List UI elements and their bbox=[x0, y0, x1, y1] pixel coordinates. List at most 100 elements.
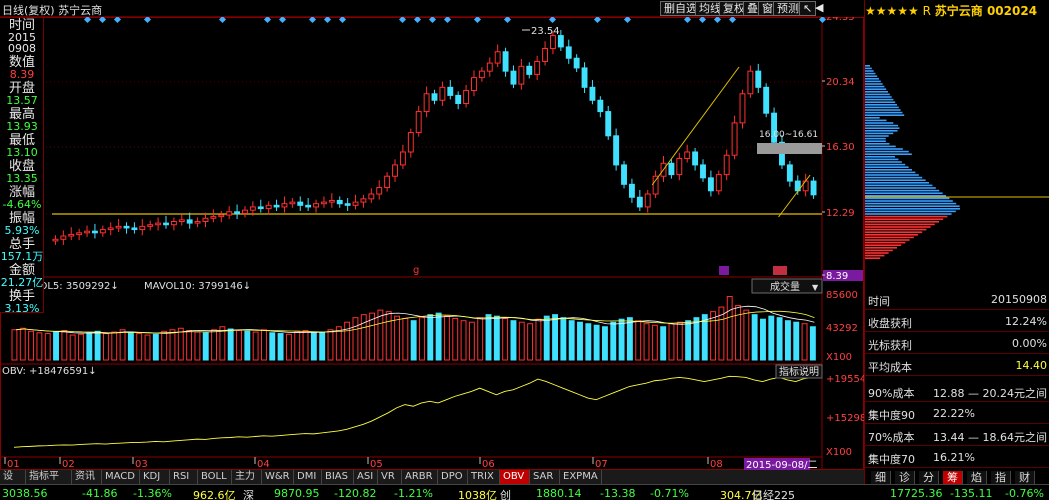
candle-body bbox=[211, 217, 216, 219]
volume-bar bbox=[237, 331, 242, 360]
high-annotation: 23.54 bbox=[531, 26, 560, 37]
stat-row: 时间 20150908 bbox=[865, 288, 1049, 310]
volume-bar bbox=[37, 333, 42, 360]
volume-bar bbox=[286, 334, 291, 360]
indicator-tab[interactable]: 资讯 bbox=[72, 470, 102, 484]
volume-bar bbox=[652, 325, 657, 360]
volume-bar bbox=[220, 327, 225, 360]
volume-tick-label: X100 bbox=[826, 352, 852, 363]
chip-bar bbox=[865, 250, 893, 252]
rating-stars: ★★★★★ R bbox=[865, 4, 931, 18]
info-value: -4.64% bbox=[0, 199, 44, 211]
volume-bar bbox=[810, 327, 815, 360]
chip-bar bbox=[865, 112, 902, 114]
indicator-tab[interactable]: SAR bbox=[530, 470, 560, 484]
chip-bar bbox=[865, 127, 899, 129]
volume-bar bbox=[79, 334, 84, 360]
chip-bar bbox=[865, 224, 935, 226]
info-value: 13.35 bbox=[0, 173, 44, 185]
indicator-tab[interactable]: KDJ bbox=[140, 470, 170, 484]
chip-bar bbox=[865, 205, 960, 207]
panel-tab[interactable]: 筹 bbox=[943, 471, 963, 484]
cost-label: 集中度70 bbox=[868, 451, 915, 467]
volume-bar bbox=[320, 333, 325, 360]
candle-body bbox=[400, 152, 405, 165]
stat-label: 平均成本 bbox=[868, 359, 912, 375]
collapse-icon[interactable]: ◀ bbox=[812, 1, 826, 16]
indicator-tab[interactable]: BOLL bbox=[198, 470, 232, 484]
volume-bar bbox=[694, 318, 699, 360]
volume-bar bbox=[511, 321, 516, 360]
panel-tab[interactable]: 分 bbox=[919, 471, 939, 484]
candle-body bbox=[503, 52, 508, 71]
panel-tab[interactable]: 财 bbox=[1015, 471, 1035, 484]
volume-bar bbox=[644, 324, 649, 360]
cost-label: 90%成本 bbox=[868, 385, 914, 401]
candle-body bbox=[622, 165, 627, 184]
indicator-tab[interactable]: DMI bbox=[294, 470, 322, 484]
status-value: 17725.36 bbox=[890, 487, 943, 500]
volume-bar bbox=[727, 297, 732, 360]
volume-bar bbox=[54, 332, 59, 360]
indicator-tab[interactable]: 指标平台 bbox=[26, 470, 72, 484]
candle-body bbox=[132, 228, 137, 230]
chip-bar bbox=[865, 130, 898, 132]
indicator-tab[interactable]: EXPMA bbox=[560, 470, 602, 484]
stat-label: 收盘获利 bbox=[868, 315, 912, 331]
obv-line bbox=[14, 376, 812, 447]
candle-body bbox=[61, 236, 66, 239]
candle-body bbox=[574, 58, 579, 68]
indicator-tab[interactable]: BIAS bbox=[322, 470, 354, 484]
indicator-tab[interactable]: 设置 bbox=[0, 470, 26, 484]
volume-bar bbox=[761, 319, 766, 360]
indicator-tab[interactable]: W&R bbox=[262, 470, 294, 484]
chip-bar bbox=[865, 94, 890, 96]
indicator-tab[interactable]: TRIX bbox=[468, 470, 500, 484]
indicator-tab[interactable]: ARBR bbox=[402, 470, 438, 484]
chip-bar bbox=[865, 140, 886, 142]
panel-tab[interactable]: 细 bbox=[871, 471, 891, 484]
candle-body bbox=[108, 228, 113, 230]
volume-bar bbox=[195, 332, 200, 360]
indicator-tab[interactable]: OBV bbox=[500, 470, 530, 484]
volume-indicator-dropdown[interactable]: 成交量 ▼ bbox=[752, 279, 822, 293]
volume-bar bbox=[70, 335, 75, 360]
candle-body bbox=[329, 200, 334, 202]
indicator-tab[interactable]: ASI bbox=[354, 470, 378, 484]
event-marker bbox=[719, 266, 729, 275]
volume-bar bbox=[361, 315, 366, 360]
volume-bar bbox=[686, 321, 691, 360]
chart-toolbar: 日线(复权) 苏宁云商 删自选 均线 复权 叠 窗 预测 ↖ ◀ bbox=[0, 0, 822, 17]
volume-bar bbox=[519, 322, 524, 360]
cost-value: 12.88 — 20.24元之间 bbox=[933, 385, 1047, 401]
status-value: 日经225 bbox=[752, 487, 795, 500]
volume-bar bbox=[62, 331, 67, 360]
indicator-help-button[interactable]: 指标说明 bbox=[776, 365, 822, 378]
chip-bar bbox=[865, 125, 898, 127]
candle-body bbox=[385, 176, 390, 187]
info-value: 8.39 bbox=[0, 69, 44, 81]
status-value: 1038亿 bbox=[458, 487, 497, 500]
candle-body bbox=[179, 220, 184, 222]
chip-bar bbox=[865, 239, 910, 241]
chip-bar bbox=[865, 164, 905, 166]
candle-body bbox=[345, 204, 350, 206]
candle-body bbox=[740, 94, 745, 123]
candle-body bbox=[282, 204, 287, 207]
panel-tab[interactable]: 焰 bbox=[967, 471, 987, 484]
kline-chart[interactable]: 23.5416.00~16.61g 32↓MAVOL5: 3509292↓MAV… bbox=[0, 17, 864, 470]
indicator-tab[interactable]: VR bbox=[378, 470, 402, 484]
volume-bar bbox=[12, 330, 17, 360]
panel-tab[interactable]: 诊 bbox=[895, 471, 915, 484]
indicator-tab[interactable]: DPO bbox=[438, 470, 468, 484]
candle-body bbox=[756, 71, 761, 87]
panel-tab[interactable]: 指 bbox=[991, 471, 1011, 484]
volume-bar bbox=[345, 322, 350, 360]
indicator-tab[interactable]: MACD bbox=[102, 470, 140, 484]
price-tick-label: 16.30 bbox=[826, 142, 855, 153]
volume-bar bbox=[594, 325, 599, 360]
indicator-tab[interactable]: RSI bbox=[170, 470, 198, 484]
indicator-tab[interactable]: 主力 bbox=[232, 470, 262, 484]
volume-bar bbox=[603, 327, 608, 360]
volume-bar bbox=[461, 321, 466, 360]
